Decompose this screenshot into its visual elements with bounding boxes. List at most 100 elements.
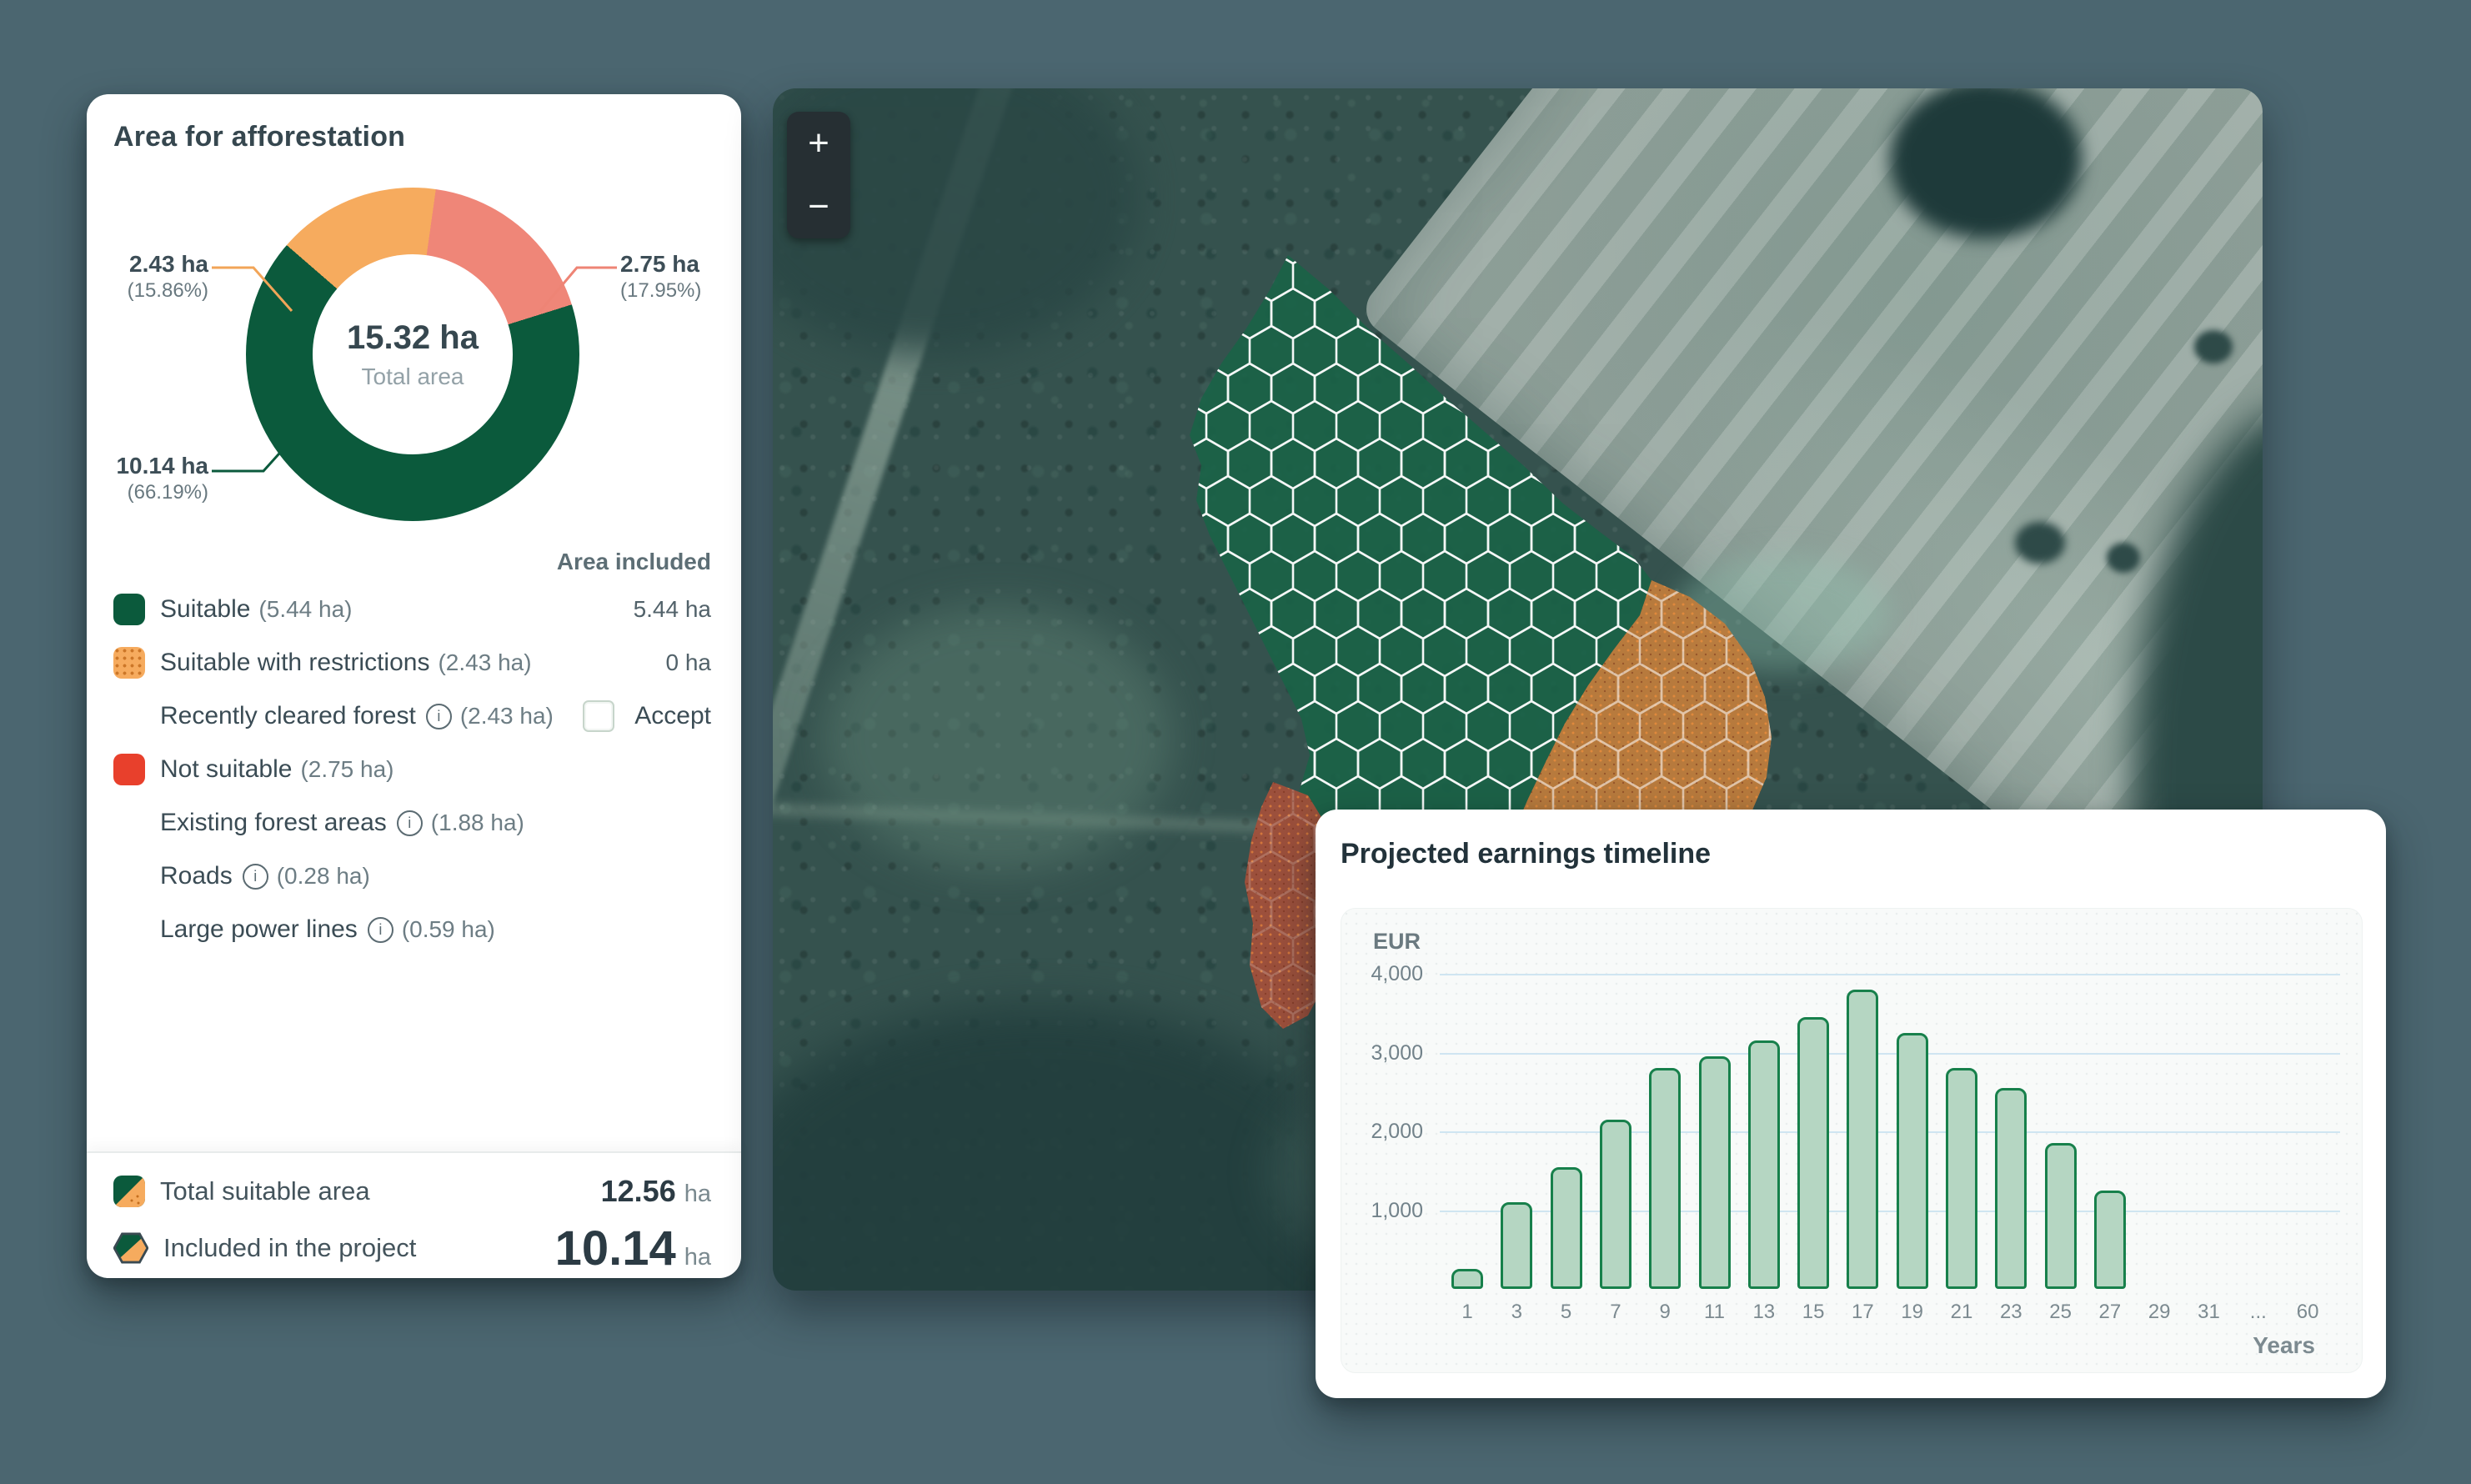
y-axis-tick: 4,000 xyxy=(1341,962,1423,986)
legend-label: Not suitable xyxy=(160,755,292,784)
callout-percent: (17.95%) xyxy=(620,278,737,303)
legend-detail: (5.44 ha) xyxy=(258,596,352,623)
earnings-bar-year-25 xyxy=(2045,1143,2077,1289)
x-axis-tick: 19 xyxy=(1887,1301,1937,1324)
x-axis-label: Years xyxy=(2253,1332,2315,1359)
legend-detail: (2.75 ha) xyxy=(300,756,393,783)
bar-chart: EUR Years 1,0002,0003,0004,0001357911131… xyxy=(1341,909,2362,1372)
included-project-value: 10.14 xyxy=(555,1221,676,1276)
not-suitable-swatch xyxy=(113,754,145,785)
legend-row-power-lines: Large power lines i (0.59 ha) xyxy=(113,903,711,956)
area-included-value: 5.44 ha xyxy=(634,596,711,623)
x-axis-tick: 60 xyxy=(2283,1301,2333,1324)
x-axis-tick: 25 xyxy=(2036,1301,2086,1324)
area-included-header: Area included xyxy=(557,549,711,575)
earnings-bar-year-5 xyxy=(1551,1167,1582,1289)
x-axis-tick: 11 xyxy=(1690,1301,1740,1324)
hexagon-icon xyxy=(113,1232,148,1264)
page: { "page": {"background": "#4b6670"}, "ar… xyxy=(0,0,2471,1484)
earnings-title: Projected earnings timeline xyxy=(1341,838,1711,870)
callout-value: 2.75 ha xyxy=(620,249,737,278)
legend-row-recently-cleared: Recently cleared forest i (2.43 ha) Acce… xyxy=(113,689,711,743)
info-icon[interactable]: i xyxy=(243,864,268,890)
area-included-value: 0 ha xyxy=(666,649,712,676)
legend-label: Recently cleared forest xyxy=(160,702,416,730)
x-axis-tick: 31 xyxy=(2184,1301,2234,1324)
restrictions-swatch xyxy=(113,647,145,679)
accept-checkbox[interactable] xyxy=(583,700,614,732)
legend-row-roads: Roads i (0.28 ha) xyxy=(113,850,711,903)
total-suitable-value: 12.56 xyxy=(601,1174,676,1209)
legend-label: Suitable xyxy=(160,595,250,624)
projected-earnings-panel: Projected earnings timeline EUR Years 1,… xyxy=(1316,810,2386,1398)
legend-detail: (2.43 ha) xyxy=(460,703,554,729)
legend-label: Large power lines xyxy=(160,915,358,944)
map-zoom-control: + − xyxy=(787,112,850,238)
x-axis-tick: ... xyxy=(2233,1301,2283,1324)
legend-label: Roads xyxy=(160,862,233,890)
x-axis-tick: 15 xyxy=(1788,1301,1838,1324)
earnings-bar-year-27 xyxy=(2094,1191,2126,1289)
total-suitable-area-row: Total suitable area 12.56 ha xyxy=(113,1170,711,1213)
zoom-out-button[interactable]: − xyxy=(787,175,850,238)
callout-not-suitable: 2.75 ha (17.95%) xyxy=(620,249,737,303)
y-axis-tick: 3,000 xyxy=(1341,1041,1423,1065)
gridline xyxy=(1440,974,2340,975)
earnings-bar-year-15 xyxy=(1797,1017,1829,1289)
earnings-bar-year-3 xyxy=(1501,1202,1532,1289)
callout-percent: (15.86%) xyxy=(100,278,208,303)
total-area-value: 15.32 ha xyxy=(347,319,479,357)
earnings-bar-year-17 xyxy=(1847,990,1878,1289)
x-axis-tick: 21 xyxy=(1937,1301,1987,1324)
legend-detail: (2.43 ha) xyxy=(438,649,531,676)
legend-row-existing-forest: Existing forest areas i (1.88 ha) xyxy=(113,796,711,850)
y-axis-unit-label: EUR xyxy=(1373,929,1421,955)
earnings-bar-year-7 xyxy=(1600,1120,1631,1289)
included-project-label: Included in the project xyxy=(163,1233,416,1263)
x-axis-tick: 3 xyxy=(1491,1301,1541,1324)
zoom-in-button[interactable]: + xyxy=(787,112,850,175)
legend-detail: (0.59 ha) xyxy=(402,916,495,943)
gridline xyxy=(1440,1053,2340,1055)
callout-percent: (66.19%) xyxy=(100,480,208,505)
accept-label: Accept xyxy=(634,702,711,730)
y-axis-tick: 2,000 xyxy=(1341,1120,1423,1144)
callout-value: 10.14 ha xyxy=(100,451,208,480)
total-area-label: Total area xyxy=(362,363,464,390)
unit: ha xyxy=(684,1181,711,1208)
legend-row-not-suitable: Not suitable (2.75 ha) xyxy=(113,743,711,796)
earnings-bar-year-19 xyxy=(1897,1033,1928,1289)
info-icon[interactable]: i xyxy=(368,917,393,943)
included-in-project-row: Included in the project 10.14 ha xyxy=(113,1223,711,1273)
suitable-swatch xyxy=(113,594,145,625)
legend-label: Suitable with restrictions xyxy=(160,649,429,677)
x-axis-tick: 5 xyxy=(1541,1301,1591,1324)
split-swatch-icon xyxy=(113,1176,145,1207)
callout-suitable-restrictions: 2.43 ha (15.86%) xyxy=(100,249,208,303)
legend-detail: (1.88 ha) xyxy=(431,810,524,836)
x-axis-tick: 9 xyxy=(1640,1301,1690,1324)
donut-chart: 15.32 ha Total area 2.43 ha (15.86%) 2.7… xyxy=(87,94,741,578)
unit: ha xyxy=(684,1244,711,1271)
legend: Suitable (5.44 ha) 5.44 ha Suitable with… xyxy=(113,583,711,956)
total-suitable-label: Total suitable area xyxy=(160,1176,370,1206)
area-for-afforestation-panel: Area for afforestation 15.32 ha Total ar… xyxy=(87,94,741,1278)
info-icon[interactable]: i xyxy=(397,810,423,836)
earnings-plot-panel: EUR Years 1,0002,0003,0004,0001357911131… xyxy=(1341,908,2363,1373)
gridline xyxy=(1440,1131,2340,1133)
legend-row-suitable: Suitable (5.44 ha) 5.44 ha xyxy=(113,583,711,636)
x-axis-tick: 17 xyxy=(1837,1301,1887,1324)
totals-section: Total suitable area 12.56 ha Included in … xyxy=(87,1151,741,1278)
earnings-bar-year-23 xyxy=(1995,1088,2027,1289)
donut-center: 15.32 ha Total area xyxy=(313,254,513,454)
earnings-bar-year-1 xyxy=(1451,1269,1483,1289)
legend-label: Existing forest areas xyxy=(160,809,387,837)
x-axis-tick: 29 xyxy=(2134,1301,2184,1324)
x-axis-tick: 13 xyxy=(1739,1301,1789,1324)
earnings-bar-year-13 xyxy=(1748,1040,1780,1289)
earnings-bar-year-9 xyxy=(1649,1068,1681,1289)
earnings-bar-year-21 xyxy=(1946,1068,1977,1289)
info-icon[interactable]: i xyxy=(426,704,452,729)
x-axis-tick: 1 xyxy=(1442,1301,1492,1324)
callout-value: 2.43 ha xyxy=(100,249,208,278)
